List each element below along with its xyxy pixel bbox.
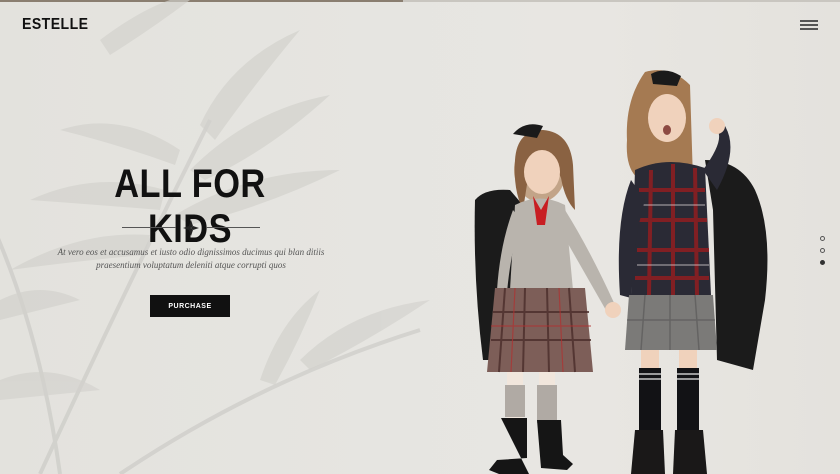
hero-title: ALL FOR KIDS <box>114 162 266 251</box>
hero-description-line-1: At vero eos et accusamus et iusto odio d… <box>57 247 325 257</box>
right-girl-figure <box>618 70 768 474</box>
slider-dot-3[interactable] <box>820 260 825 265</box>
divider-line-left <box>122 227 176 228</box>
two-girls-in-school-uniforms-photo <box>474 70 768 474</box>
menu-bar <box>800 28 818 30</box>
hero-description: At vero eos et accusamus et iusto odio d… <box>55 246 327 272</box>
menu-bar <box>800 24 818 26</box>
hamburger-menu-icon[interactable] <box>800 20 820 32</box>
hero-description-line-2: praesentium voluptatum deleniti atque co… <box>96 260 286 270</box>
site-logo[interactable]: ESTELLE <box>22 16 88 34</box>
top-accent-line <box>0 0 840 2</box>
menu-bar <box>800 20 818 22</box>
slider-dot-2[interactable] <box>820 248 825 253</box>
ornament-icon <box>183 220 199 236</box>
divider-line-right <box>206 227 260 228</box>
slider-pagination <box>820 236 826 272</box>
left-girl-figure <box>474 124 621 474</box>
slider-dot-1[interactable] <box>820 236 825 241</box>
purchase-button[interactable]: PURCHASE <box>150 295 230 317</box>
title-divider <box>122 219 260 237</box>
